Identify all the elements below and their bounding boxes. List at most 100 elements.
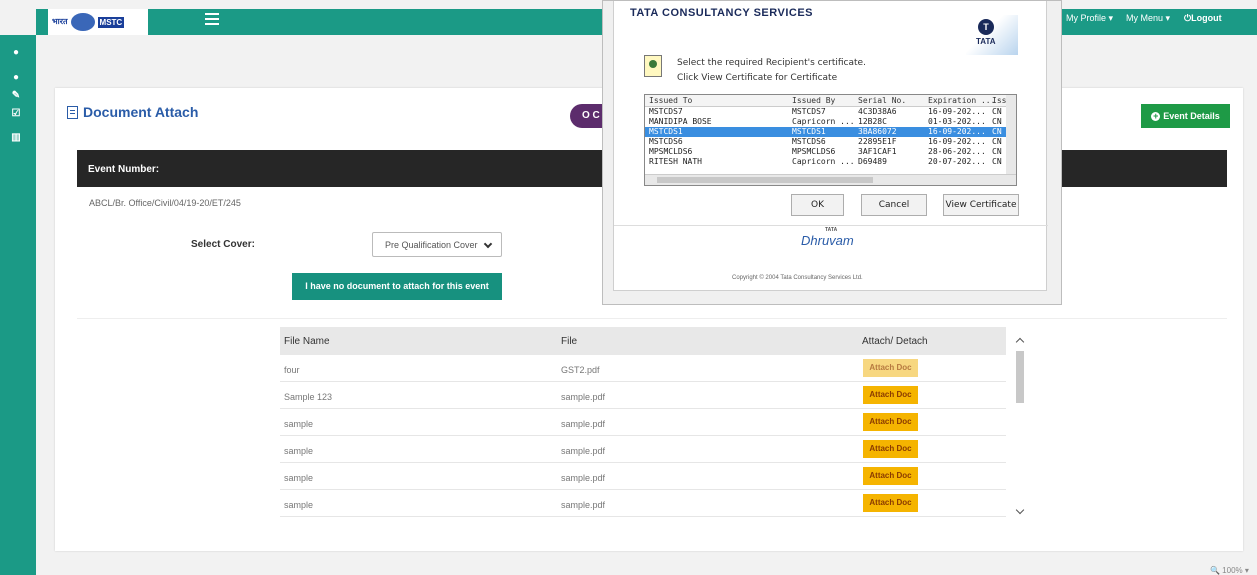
issuer-cell: CN: [992, 157, 1002, 166]
expiration-cell: 01-03-202...: [928, 117, 986, 126]
dialog-message: Select the required Recipient's certific…: [677, 58, 866, 68]
select-cover-dropdown[interactable]: Pre Qualification Cover: [372, 232, 502, 257]
issuer-cell: CN: [992, 107, 1002, 116]
column-issued-to[interactable]: Issued To: [649, 96, 692, 105]
issued-by-cell: MSTCDS7: [792, 107, 826, 116]
file-name-cell: Sample 123: [284, 392, 333, 402]
attach-doc-button[interactable]: Attach Doc: [863, 494, 918, 512]
certificate-list-vertical-scrollbar[interactable]: [1006, 95, 1016, 175]
tcs-brand-title: TATA CONSULTANCY SERVICES: [630, 7, 814, 19]
dhruvam-tata-text: TATA: [825, 227, 838, 233]
expiration-cell: 20-07-202...: [928, 157, 986, 166]
mstc-logo[interactable]: भारत MSTC: [48, 9, 148, 35]
event-number-value: ABCL/Br. Office/Civil/04/19-20/ET/245: [89, 198, 241, 208]
serial-cell: 12B28C: [858, 117, 887, 126]
file-cell: sample.pdf: [561, 446, 606, 456]
certificate-list-horizontal-scrollbar[interactable]: [645, 174, 1016, 185]
tools-icon[interactable]: ✎: [10, 91, 22, 101]
attach-doc-button[interactable]: Attach Doc: [863, 467, 918, 485]
column-issued-by[interactable]: Issued By: [792, 96, 835, 105]
attach-doc-button[interactable]: Attach Doc: [863, 386, 918, 404]
attach-doc-button[interactable]: Attach Doc: [863, 359, 918, 377]
issued-by-cell: Capricorn ...: [792, 117, 855, 126]
hamburger-menu-icon[interactable]: [205, 13, 219, 25]
tata-logo-text: TATA: [976, 37, 996, 46]
chevron-down-icon: [483, 239, 493, 249]
issued-to-cell: MANIDIPA BOSE: [649, 117, 712, 126]
certificate-row[interactable]: MSTCDS7 MSTCDS7 4C3D38A6 16-09-202... CN: [645, 107, 1016, 117]
column-header-file-name: File Name: [284, 336, 330, 347]
attach-doc-button[interactable]: Attach Doc: [863, 413, 918, 431]
expiration-cell: 16-09-202...: [928, 107, 986, 116]
issued-by-cell: MPSMCLDS6: [792, 147, 836, 156]
view-certificate-button[interactable]: View Certificate: [943, 194, 1019, 216]
certificate-row[interactable]: MSTCDS6 MSTCDS6 22895E1F 16-09-202... CN: [645, 137, 1016, 147]
document-icon: [67, 105, 78, 119]
dialog-hint: Click View Certificate for Certificate: [677, 73, 838, 83]
scroll-down-icon[interactable]: [1015, 505, 1025, 515]
column-header-file: File: [561, 336, 578, 347]
serial-cell: 3BA86072: [858, 127, 897, 136]
logo-text-bharat: भारत: [52, 17, 68, 26]
tata-logo: T TATA: [966, 15, 1018, 55]
file-cell: sample.pdf: [561, 500, 606, 510]
serial-cell: D69489: [858, 157, 887, 166]
group-icon[interactable]: ●: [10, 73, 22, 83]
report-chart-icon[interactable]: ▥: [10, 133, 22, 143]
scrollbar-thumb[interactable]: [1016, 351, 1024, 403]
my-profile-menu[interactable]: My Profile ▾: [1066, 13, 1113, 24]
certificate-row-selected[interactable]: MSTCDS1 MSTCDS1 3BA86072 16-09-202... CN: [645, 127, 1016, 137]
zoom-level[interactable]: 🔍 100% ▾: [1210, 566, 1249, 575]
horizontal-scrollbar-thumb[interactable]: [657, 177, 873, 183]
logo-text-mstc: MSTC: [97, 16, 125, 28]
logout-link[interactable]: ⏻Logout: [1184, 13, 1222, 24]
file-cell: sample.pdf: [561, 473, 606, 483]
issuer-cell: CN: [992, 147, 1002, 156]
divider: [77, 318, 1227, 319]
checklist-icon[interactable]: ☑: [10, 109, 22, 119]
event-details-button[interactable]: + Event Details: [1141, 104, 1230, 128]
issuer-cell: CN: [992, 137, 1002, 146]
select-cover-label: Select Cover:: [191, 239, 255, 250]
file-name-cell: four: [284, 365, 300, 375]
table-scrollbar[interactable]: [1013, 327, 1027, 525]
table-row: sample sample.pdf Attach Doc: [280, 463, 1006, 490]
certificate-row[interactable]: RITESH NATH Capricorn ... D69489 20-07-2…: [645, 157, 1016, 167]
plus-circle-icon: +: [1151, 110, 1161, 121]
purple-action-button[interactable]: O C: [570, 104, 602, 128]
table-header: File Name File Attach/ Detach: [280, 327, 1006, 355]
file-name-cell: sample: [284, 500, 314, 510]
table-row: sample sample.pdf Attach Doc: [280, 490, 1006, 517]
attach-doc-button[interactable]: Attach Doc: [863, 440, 918, 458]
certificate-row[interactable]: MANIDIPA BOSE Capricorn ... 12B28C 01-03…: [645, 117, 1016, 127]
column-header-attach-detach: Attach/ Detach: [862, 336, 928, 347]
file-name-cell: sample: [284, 473, 314, 483]
file-cell: sample.pdf: [561, 419, 606, 429]
serial-cell: 4C3D38A6: [858, 107, 897, 116]
file-table: File Name File Attach/ Detach four GST2.…: [280, 327, 1006, 517]
file-cell: sample.pdf: [561, 392, 606, 402]
user-icon[interactable]: ●: [10, 48, 22, 58]
page-title-text: Document Attach: [83, 104, 199, 120]
column-serial-no[interactable]: Serial No.: [858, 96, 906, 105]
copyright-text: Copyright © 2004 Tata Consultancy Servic…: [732, 275, 863, 281]
expiration-cell: 16-09-202...: [928, 127, 986, 136]
dialog-body: TATA CONSULTANCY SERVICES T TATA Select …: [613, 1, 1048, 291]
table-row: sample sample.pdf Attach Doc: [280, 409, 1006, 436]
scroll-up-icon[interactable]: [1015, 337, 1025, 347]
my-menu[interactable]: My Menu ▾: [1126, 13, 1170, 24]
serial-cell: 22895E1F: [858, 137, 897, 146]
issued-by-cell: MSTCDS6: [792, 137, 826, 146]
no-document-button[interactable]: I have no document to attach for this ev…: [292, 273, 502, 300]
cancel-button[interactable]: Cancel: [861, 194, 927, 216]
dhruvam-logo: TATA Dhruvam: [801, 227, 854, 248]
certificate-list-header: Issued To Issued By Serial No. Expiratio…: [645, 95, 1016, 107]
issuer-cell: CN: [992, 117, 1002, 126]
issued-to-cell: MPSMCLDS6: [649, 147, 693, 156]
ok-button[interactable]: OK: [791, 194, 844, 216]
issued-to-cell: RITESH NATH: [649, 157, 702, 166]
table-row: Sample 123 sample.pdf Attach Doc: [280, 382, 1006, 409]
column-expiration[interactable]: Expiration ...: [928, 96, 995, 105]
file-name-cell: sample: [284, 446, 314, 456]
certificate-row[interactable]: MPSMCLDS6 MPSMCLDS6 3AF1CAF1 28-06-202..…: [645, 147, 1016, 157]
